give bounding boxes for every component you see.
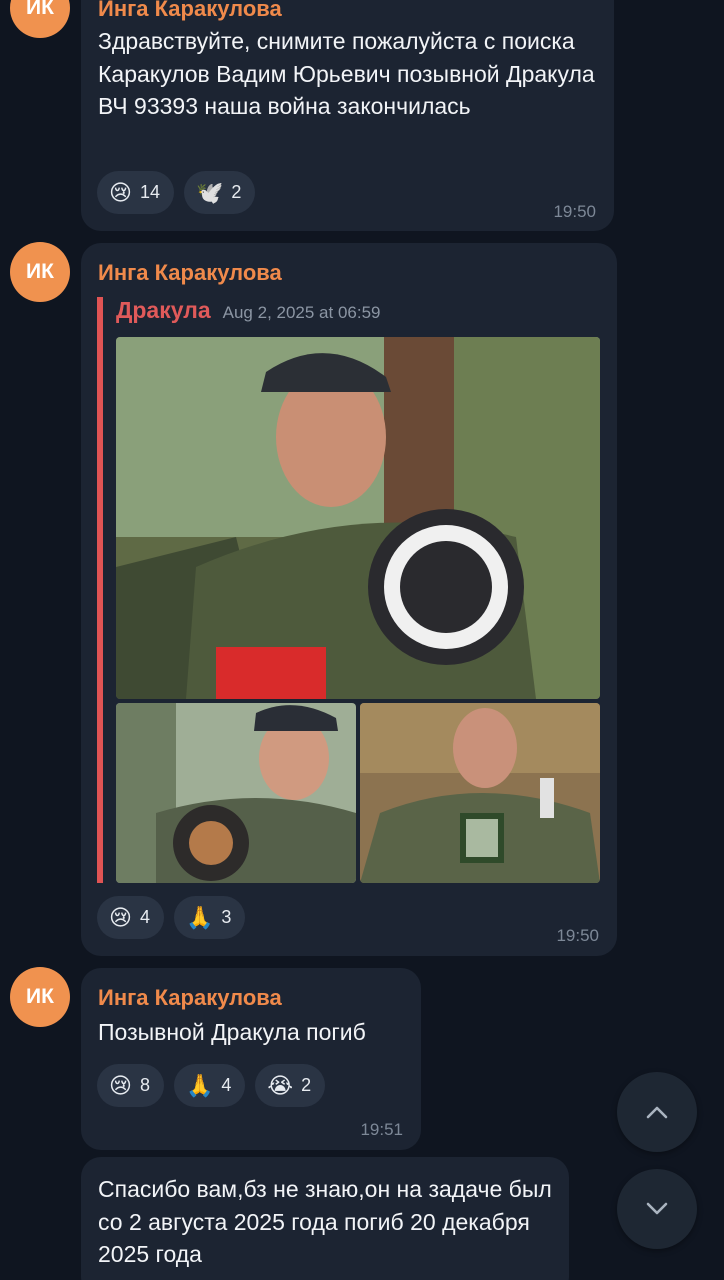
folded-hands-icon: 🙏 [185, 904, 214, 930]
scroll-up-button[interactable] [617, 1072, 697, 1152]
message-bubble[interactable]: Инга Каракулова Здравствуйте, снимите по… [81, 0, 614, 231]
reaction-crying[interactable]: 😢 4 [97, 896, 164, 939]
reaction-sobbing[interactable]: 😭 2 [255, 1064, 326, 1107]
avatar-initials: ИК [26, 985, 54, 1008]
sender-name[interactable]: Инга Каракулова [98, 983, 282, 1013]
message-time: 19:50 [556, 926, 599, 945]
photo-small-left[interactable] [116, 703, 356, 883]
reaction-count: 4 [221, 1075, 232, 1095]
reaction-count: 2 [301, 1075, 312, 1095]
crying-face-icon: 😢 [109, 904, 132, 930]
message-time: 19:50 [553, 202, 596, 221]
chevron-down-icon [646, 1202, 668, 1215]
avatar[interactable]: ИК [10, 967, 70, 1027]
reaction-dove[interactable]: 🕊️ 2 [183, 171, 256, 214]
reaction-count: 14 [139, 182, 160, 202]
avatar-initials: ИК [26, 260, 54, 283]
forwarded-date: Aug 2, 2025 at 06:59 [222, 303, 381, 322]
forwarded-block[interactable]: Дракула Aug 2, 2025 at 06:59 [97, 297, 601, 883]
forward-header: Дракула Aug 2, 2025 at 06:59 [116, 297, 601, 331]
crying-face-icon: 😢 [109, 179, 132, 205]
photo-large[interactable] [116, 337, 600, 699]
avatar-initials: ИК [26, 0, 54, 19]
message-time: 19:51 [360, 1120, 403, 1139]
reaction-count: 2 [231, 182, 242, 202]
avatar[interactable]: ИК [10, 242, 70, 302]
folded-hands-icon: 🙏 [185, 1072, 214, 1098]
reaction-count: 3 [221, 907, 232, 927]
reaction-pray[interactable]: 🙏 4 [173, 1064, 246, 1107]
message-text: Здравствуйте, снимите пожалуйста с поиск… [98, 28, 595, 119]
message-bubble[interactable]: Инга Каракулова Позывной Дракула погиб 😢… [81, 968, 421, 1150]
dove-icon: 🕊️ [195, 179, 224, 205]
chevron-up-icon [646, 1106, 668, 1119]
crying-face-icon: 😢 [109, 1072, 132, 1098]
scroll-down-button[interactable] [617, 1169, 697, 1249]
reaction-count: 4 [139, 907, 150, 927]
sobbing-face-icon: 😭 [267, 1072, 294, 1098]
message-bubble[interactable]: Спасибо вам,бз не знаю,он на задаче был … [81, 1157, 569, 1280]
photo-small-right[interactable] [360, 703, 600, 883]
sender-name[interactable]: Инга Каракулова [98, 0, 282, 24]
chat-view: ИК Инга Каракулова Здравствуйте, снимите… [0, 0, 724, 1280]
reactions-bar: 😢 8 🙏 4 😭 2 [97, 1064, 326, 1107]
reactions-bar: 😢 14 🕊️ 2 [97, 171, 256, 214]
reaction-pray[interactable]: 🙏 3 [173, 896, 246, 939]
message-bubble[interactable]: Инга Каракулова Дракула Aug 2, 2025 at 0… [81, 243, 617, 956]
reactions-bar: 😢 4 🙏 3 [97, 896, 246, 939]
forwarded-from-name[interactable]: Дракула [116, 297, 211, 324]
avatar[interactable]: ИК [10, 0, 70, 38]
message-text: Позывной Дракула погиб [98, 1019, 366, 1045]
reaction-crying[interactable]: 😢 14 [97, 171, 174, 214]
sender-name[interactable]: Инга Каракулова [98, 258, 282, 288]
message-text: Спасибо вам,бз не знаю,он на задаче был … [98, 1176, 552, 1267]
photo-album [116, 337, 600, 883]
reaction-count: 8 [139, 1075, 150, 1095]
reaction-crying[interactable]: 😢 8 [97, 1064, 164, 1107]
